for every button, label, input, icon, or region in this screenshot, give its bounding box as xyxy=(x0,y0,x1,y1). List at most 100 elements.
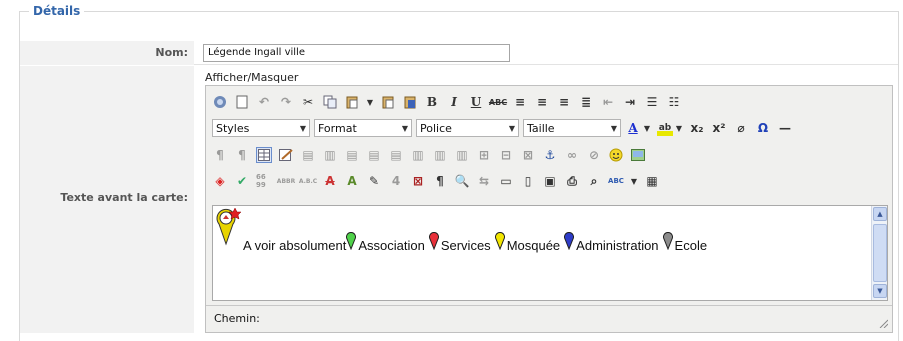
attributes-icon[interactable]: ✎ xyxy=(366,173,382,189)
size-select[interactable]: Taille ▼ xyxy=(523,119,621,137)
insert-row-before-icon[interactable]: ▤ xyxy=(344,147,360,163)
insert-media-icon[interactable]: ▦ xyxy=(644,173,660,189)
deletion-icon[interactable]: A xyxy=(322,173,338,189)
spellcheck-dropdown-icon[interactable]: ▼ xyxy=(630,173,638,189)
table-icon[interactable] xyxy=(256,147,272,163)
paste-icon[interactable] xyxy=(344,94,360,110)
blue-pin-icon xyxy=(564,232,575,253)
name-label: Nom: xyxy=(20,41,194,65)
scroll-down-button[interactable]: ▼ xyxy=(873,284,887,298)
cut-icon[interactable]: ✂ xyxy=(300,94,316,110)
legend-item-label: A voir absolument xyxy=(243,238,347,253)
help-icon[interactable] xyxy=(212,94,228,110)
print-icon[interactable]: ⎙ xyxy=(564,173,580,189)
align-center-icon[interactable]: ≡ xyxy=(534,94,550,110)
align-left-icon[interactable]: ≡ xyxy=(512,94,528,110)
name-input[interactable]: Légende Ingall ville xyxy=(203,44,510,62)
chevron-down-icon: ▼ xyxy=(508,123,515,133)
horizontal-rule-icon[interactable]: — xyxy=(777,120,793,136)
resize-grip-icon[interactable] xyxy=(878,318,888,328)
unlink-icon[interactable]: ⊘ xyxy=(586,147,602,163)
delete-col-icon[interactable]: ▥ xyxy=(454,147,470,163)
remove-format-icon[interactable]: ⌀ xyxy=(733,120,749,136)
subscript-icon[interactable]: x₂ xyxy=(689,120,705,136)
cleanup-icon[interactable]: ✔ xyxy=(234,173,250,189)
styles-select[interactable]: Styles ▼ xyxy=(212,119,310,137)
insert-col-before-icon[interactable]: ▥ xyxy=(410,147,426,163)
text-color-dropdown-icon[interactable]: ▼ xyxy=(643,120,651,136)
table-props-icon[interactable] xyxy=(278,147,294,163)
insert-row-after-icon[interactable]: ▤ xyxy=(366,147,382,163)
legend-list: A voir absolument Association Services M… xyxy=(243,232,707,253)
special-char-icon[interactable]: Ω xyxy=(755,120,771,136)
image-icon[interactable] xyxy=(630,147,646,163)
format-select[interactable]: Format ▼ xyxy=(314,119,412,137)
size-select-label: Taille xyxy=(527,121,555,135)
blockquote-icon[interactable]: 66 99 xyxy=(256,173,272,189)
indent-icon[interactable]: ⇥ xyxy=(622,94,638,110)
legend-item-administration: Administration xyxy=(564,232,659,253)
rtl-icon[interactable]: ¶ xyxy=(234,147,250,163)
insert-col-after-icon[interactable]: ▥ xyxy=(432,147,448,163)
replace-icon[interactable]: ⇆ xyxy=(476,173,492,189)
merge-cells-icon[interactable]: ⊟ xyxy=(498,147,514,163)
cell-props-icon[interactable]: ▥ xyxy=(322,147,338,163)
visual-aid-icon[interactable]: ▭ xyxy=(498,173,514,189)
fullscreen-icon[interactable]: ▯ xyxy=(520,173,536,189)
acronym-icon[interactable]: A.B.C xyxy=(299,173,317,189)
italic-icon[interactable]: I xyxy=(446,94,462,110)
ltr-icon[interactable]: ¶ xyxy=(212,147,228,163)
gray-pin-icon xyxy=(662,232,673,253)
find-icon[interactable]: 🔍 xyxy=(454,173,470,189)
font-select[interactable]: Police ▼ xyxy=(416,119,519,137)
bold-icon[interactable]: B xyxy=(424,94,440,110)
anchor-icon[interactable]: ⚓ xyxy=(542,147,558,163)
row-props-icon[interactable]: ▤ xyxy=(300,147,316,163)
align-justify-icon[interactable]: ≣ xyxy=(578,94,594,110)
undo-icon[interactable]: ↶ xyxy=(256,94,272,110)
abbreviation-icon[interactable]: ABBR xyxy=(277,173,295,189)
pilcrow-icon[interactable]: ¶ xyxy=(432,173,448,189)
legend-item-label: Mosquée xyxy=(506,238,561,253)
superscript-icon[interactable]: x² xyxy=(711,120,727,136)
delete-row-icon[interactable]: ▤ xyxy=(388,147,404,163)
chevron-down-icon: ▼ xyxy=(401,123,408,133)
toggle-editor-link[interactable]: Afficher/Masquer xyxy=(205,71,298,84)
underline-icon[interactable]: U xyxy=(468,94,484,110)
layer-icon[interactable]: 4 xyxy=(388,173,404,189)
chevron-down-icon: ▼ xyxy=(610,123,617,133)
bullet-list-icon[interactable]: ☰ xyxy=(644,94,660,110)
editor-statusbar: Chemin: xyxy=(206,305,892,332)
preview-icon[interactable]: ▣ xyxy=(542,173,558,189)
numbered-list-icon[interactable]: ☷ xyxy=(666,94,682,110)
paste-dropdown-icon[interactable]: ▼ xyxy=(366,94,374,110)
link-icon[interactable]: ∞ xyxy=(564,147,580,163)
scroll-thumb[interactable] xyxy=(873,224,887,282)
red-pin-icon xyxy=(428,232,439,253)
strikethrough-icon[interactable]: ABC xyxy=(489,94,507,110)
zoom-icon[interactable]: ⌕ xyxy=(586,173,602,189)
emoticon-icon[interactable] xyxy=(608,147,624,163)
template-icon[interactable]: ⊠ xyxy=(410,173,426,189)
split-cells-icon[interactable]: ⊞ xyxy=(476,147,492,163)
new-document-icon[interactable] xyxy=(234,94,250,110)
insertion-icon[interactable]: A xyxy=(344,173,360,189)
legend-item-a-voir: A voir absolument xyxy=(243,238,346,253)
paste-text-icon[interactable] xyxy=(380,94,396,110)
source-code-icon[interactable]: ◈ xyxy=(212,173,228,189)
scroll-up-button[interactable]: ▲ xyxy=(873,207,887,221)
vertical-scrollbar[interactable]: ▲ ▼ xyxy=(871,206,887,300)
redo-icon[interactable]: ↷ xyxy=(278,94,294,110)
legend-item-association: Association xyxy=(346,232,425,253)
text-color-icon[interactable]: A xyxy=(625,120,641,136)
align-right-icon[interactable]: ≡ xyxy=(556,94,572,110)
highlight-color-icon[interactable]: ab xyxy=(657,120,673,136)
highlight-dropdown-icon[interactable]: ▼ xyxy=(675,120,683,136)
copy-icon[interactable] xyxy=(322,94,338,110)
paste-word-icon[interactable] xyxy=(402,94,418,110)
outdent-icon[interactable]: ⇤ xyxy=(600,94,616,110)
editor-content-area[interactable]: A voir absolument Association Services M… xyxy=(212,205,888,301)
spellcheck-icon[interactable]: ABC xyxy=(608,173,624,189)
toolbar-row-4: ◈ ✔ 66 99 ABBR A.B.C A A ✎ 4 ⊠ ¶ 🔍 ⇆ ▭ ▯… xyxy=(212,170,666,192)
merge-cells-2-icon[interactable]: ⊠ xyxy=(520,147,536,163)
